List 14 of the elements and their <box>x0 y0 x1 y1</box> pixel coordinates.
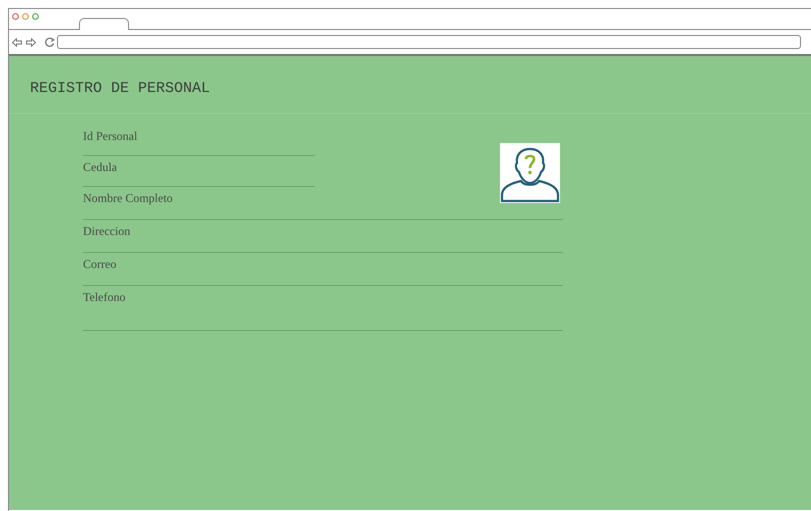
input-field[interactable]: Telefono <box>83 288 563 331</box>
input-field[interactable]: Direccion <box>83 222 563 253</box>
back-arrow-icon[interactable] <box>12 38 22 46</box>
input-field[interactable]: Cedula <box>83 158 315 187</box>
avatar-placeholder-icon <box>500 143 560 203</box>
refresh-icon[interactable] <box>45 37 55 47</box>
input-field[interactable]: Id Personal <box>83 127 315 156</box>
input-field[interactable]: Correo <box>83 255 563 286</box>
browser-tab[interactable] <box>79 18 129 30</box>
page-title: REGISTRO DE PERSONAL <box>30 80 210 97</box>
address-bar[interactable] <box>57 35 801 49</box>
input-field[interactable]: Nombre Completo <box>83 189 563 220</box>
forward-arrow-icon[interactable] <box>26 38 36 46</box>
window-controls-icon[interactable] <box>12 13 40 20</box>
